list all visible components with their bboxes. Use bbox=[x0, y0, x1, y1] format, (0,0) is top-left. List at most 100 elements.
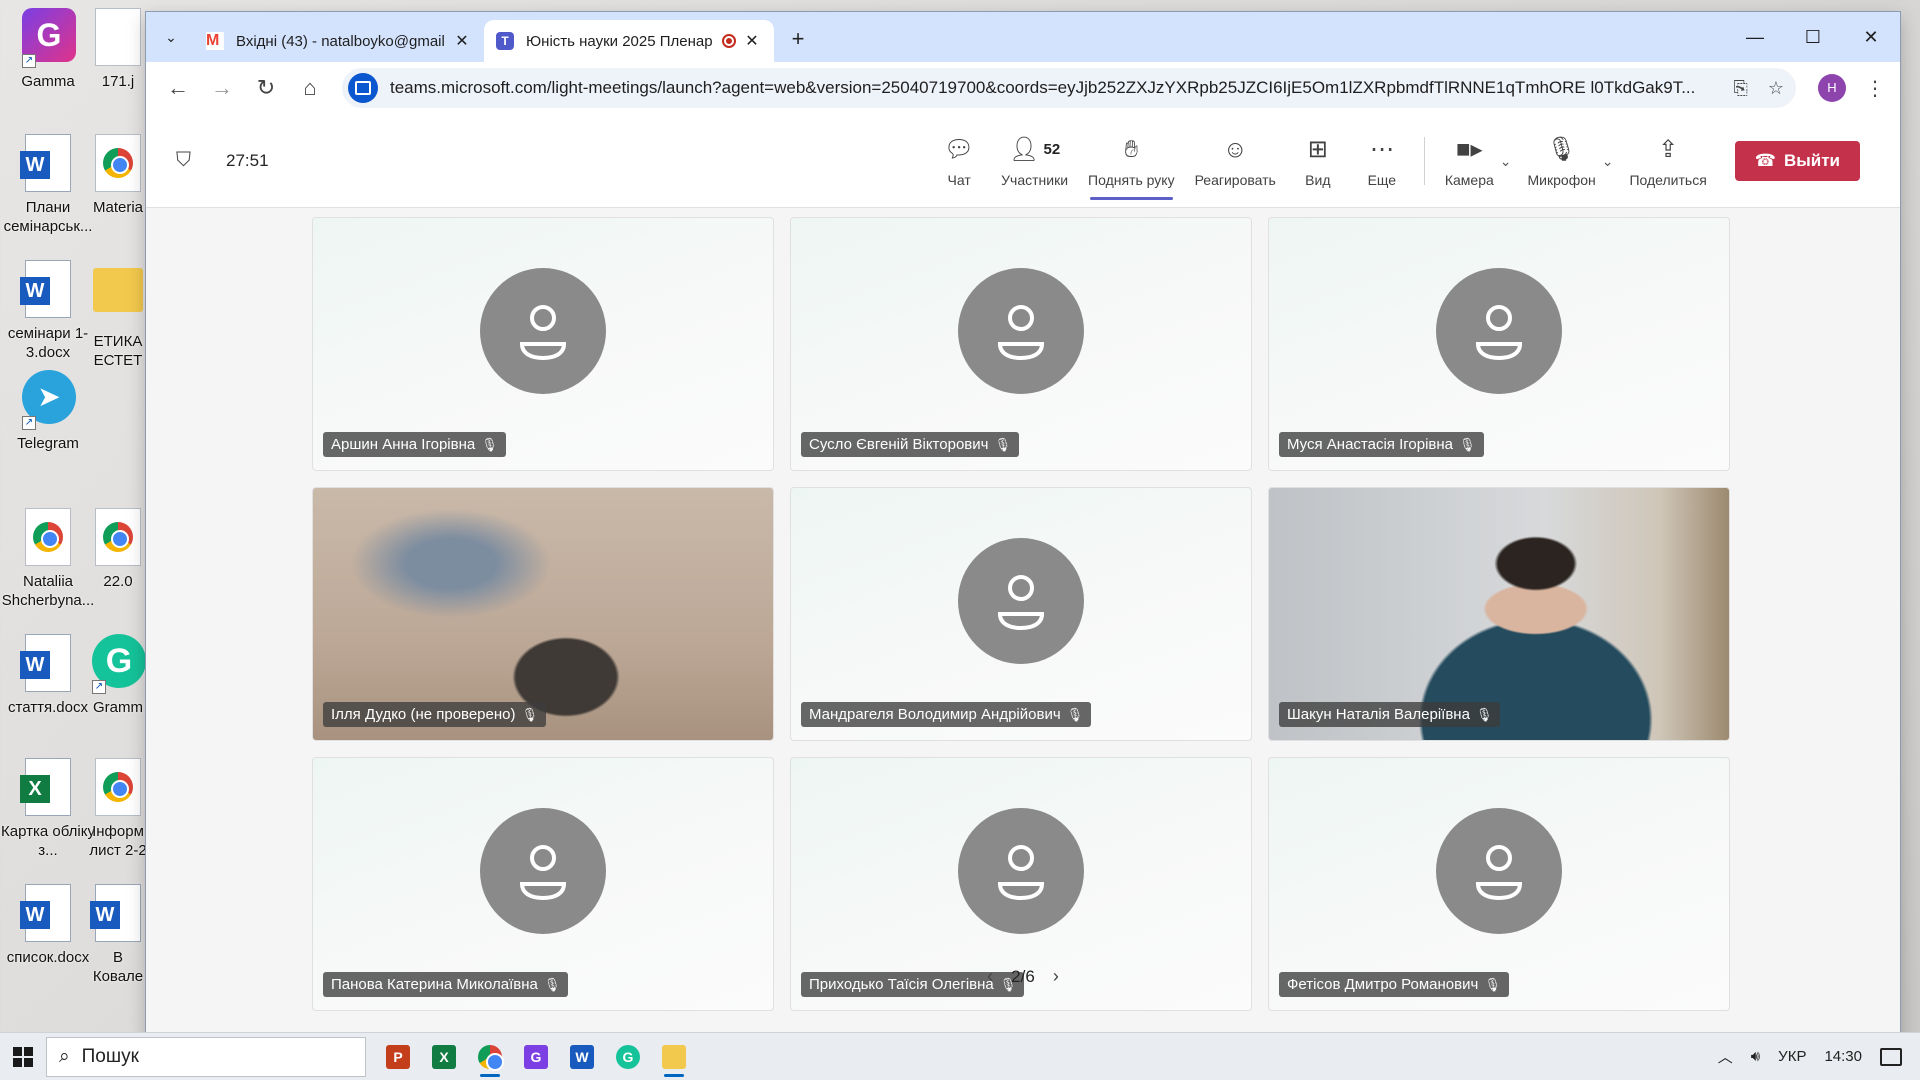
language-indicator[interactable]: УКР bbox=[1778, 1048, 1806, 1065]
page-navigator: ‹ 2/6 › bbox=[146, 966, 1900, 987]
desktop-icon-label: Плани семінарськ... bbox=[3, 199, 93, 235]
close-window-icon[interactable]: ✕ bbox=[1842, 12, 1900, 62]
raise-hand-button[interactable]: ✋︎ Поднять руку bbox=[1078, 114, 1185, 208]
desktop-icon-telegram[interactable]: ➤ ↗ Telegram bbox=[0, 370, 96, 453]
word-doc-icon bbox=[20, 260, 71, 318]
maximize-icon[interactable]: ☐ bbox=[1784, 12, 1842, 62]
mic-off-icon: 🎙︎ bbox=[1475, 706, 1493, 722]
speaker-icon[interactable]: 🔊︎ bbox=[1751, 1048, 1760, 1065]
desktop-icon-22[interactable]: 22.0 bbox=[88, 508, 148, 591]
leave-button[interactable]: ☎ Выйти bbox=[1734, 141, 1860, 181]
desktop-icon-gamma[interactable]: G ↗ Gamma bbox=[0, 8, 96, 91]
profile-avatar[interactable]: Н bbox=[1818, 74, 1846, 102]
meeting-control-bar: ⛉ 27:51 💬︎ Чат 👤︎ 52 Участники ✋︎ Поднять… bbox=[146, 114, 1900, 208]
chevron-right-icon[interactable]: › bbox=[1053, 966, 1059, 987]
bookmark-star-icon[interactable]: ☆ bbox=[1768, 78, 1784, 99]
avatar-placeholder-icon bbox=[958, 538, 1084, 664]
tab-search-button[interactable]: ⌄ bbox=[154, 20, 188, 54]
avatar-placeholder-icon bbox=[480, 268, 606, 394]
participant-name-tag: Сусло Євгеній Вікторович 🎙︎ bbox=[801, 432, 1019, 457]
chrome-file-icon bbox=[25, 508, 71, 566]
taskbar-search[interactable]: ⌕ Пошук bbox=[46, 1036, 366, 1077]
desktop-icon-materia[interactable]: Materia bbox=[88, 134, 148, 217]
desktop-icon-kovale[interactable]: В Ковале bbox=[88, 884, 148, 986]
desktop-icon-inform[interactable]: Інформ лист 2-2 bbox=[88, 758, 148, 860]
more-label: Еще bbox=[1367, 172, 1397, 188]
camera-label: Камера bbox=[1444, 172, 1494, 188]
participant-tile[interactable]: Сусло Євгеній Вікторович 🎙︎ bbox=[790, 217, 1252, 471]
more-button[interactable]: ⋯ Еще bbox=[1350, 114, 1414, 208]
taskbar-word[interactable]: W bbox=[562, 1035, 602, 1079]
share-button[interactable]: ⇪ Поделиться bbox=[1619, 114, 1716, 208]
forward-icon[interactable]: → bbox=[200, 68, 244, 108]
participant-tile[interactable]: Муся Анастасія Ігорівна 🎙︎ bbox=[1268, 217, 1730, 471]
taskbar-powerpoint[interactable]: P bbox=[378, 1035, 418, 1079]
desktop-icon-grammarly[interactable]: G ↗ Gramm bbox=[88, 634, 148, 717]
taskbar-file-explorer[interactable] bbox=[654, 1035, 694, 1079]
participants-button[interactable]: 👤︎ 52 Участники bbox=[991, 114, 1078, 208]
start-button[interactable] bbox=[0, 1033, 46, 1080]
mic-off-icon: 🎙︎ bbox=[1459, 436, 1476, 452]
browser-menu-icon[interactable]: ⋮ bbox=[1860, 76, 1890, 101]
desktop-icon-stattia[interactable]: стаття.docx bbox=[0, 634, 96, 717]
desktop-icon-label: Інформ лист 2-2 bbox=[89, 823, 147, 859]
chevron-up-icon[interactable]: ︿ bbox=[1718, 1046, 1733, 1067]
back-icon[interactable]: ← bbox=[156, 68, 200, 108]
view-button[interactable]: ⊞ Вид bbox=[1286, 114, 1350, 208]
address-bar[interactable]: teams.microsoft.com/light-meetings/launc… bbox=[342, 68, 1796, 108]
chat-button[interactable]: 💬︎ Чат bbox=[927, 114, 991, 208]
taskbar-chrome[interactable] bbox=[470, 1035, 510, 1079]
translate-icon[interactable]: ⎘ bbox=[1733, 78, 1747, 99]
minimize-icon[interactable]: — bbox=[1726, 12, 1784, 62]
react-button[interactable]: ☺ Реагировать bbox=[1185, 114, 1286, 208]
camera-button[interactable]: ■▸ Камера bbox=[1435, 114, 1504, 208]
home-icon[interactable]: ⌂ bbox=[288, 68, 332, 108]
taskbar-gamma[interactable]: G bbox=[516, 1035, 556, 1079]
share-label: Поделиться bbox=[1629, 172, 1707, 188]
clock[interactable]: 14:30 bbox=[1824, 1048, 1862, 1065]
url-text: teams.microsoft.com/light-meetings/launc… bbox=[390, 78, 1696, 97]
chat-label: Чат bbox=[947, 172, 971, 188]
participant-tile[interactable]: Мандрагеля Володимир Андрійович 🎙︎ bbox=[790, 487, 1252, 741]
participant-name-tag: Шакун Наталія Валеріївна 🎙︎ bbox=[1279, 702, 1501, 727]
tab-gmail[interactable]: Вхідні (43) - natalboyko@gmail ✕ bbox=[194, 20, 484, 62]
reload-icon[interactable]: ↻ bbox=[244, 68, 288, 108]
word-icon: W bbox=[570, 1044, 594, 1069]
avatar-placeholder-icon bbox=[958, 808, 1084, 934]
desktop-icon-seminary[interactable]: семінари 1-3.docx bbox=[0, 260, 96, 362]
participant-tile[interactable]: Аршин Анна Ігорівна 🎙︎ bbox=[312, 217, 774, 471]
taskbar-excel[interactable]: X bbox=[424, 1035, 464, 1079]
desktop-icon-spysok[interactable]: список.docx bbox=[0, 884, 96, 967]
avatar-placeholder-icon bbox=[1436, 808, 1562, 934]
participant-video-tile[interactable]: Ілля Дудко (не проверено) 🎙︎ bbox=[312, 487, 774, 741]
desktop-icon-label: Materia bbox=[92, 199, 144, 216]
word-doc-icon bbox=[20, 884, 71, 942]
taskbar-apps: P X G W G bbox=[378, 1035, 694, 1079]
search-placeholder: Пошук bbox=[81, 1045, 139, 1067]
participants-count: 52 bbox=[1043, 141, 1061, 158]
participant-name: Аршин Анна Ігорівна bbox=[331, 436, 476, 453]
chevron-left-icon[interactable]: ‹ bbox=[987, 966, 993, 987]
site-info-icon[interactable] bbox=[348, 73, 378, 103]
page-indicator: 2/6 bbox=[1011, 966, 1035, 986]
desktop-icon-kartka[interactable]: Картка обліку з... bbox=[0, 758, 96, 860]
shield-icon[interactable]: ⛉ bbox=[176, 149, 206, 172]
word-doc-icon bbox=[90, 884, 141, 942]
desktop-icon-nataliia[interactable]: Nataliia Shcherbyna... bbox=[0, 508, 96, 610]
desktop-icon-label: Картка обліку з... bbox=[1, 823, 95, 859]
close-icon[interactable]: ✕ bbox=[452, 31, 472, 51]
microphone-button[interactable]: 🎙︎ Микрофон bbox=[1518, 114, 1606, 208]
close-icon[interactable]: ✕ bbox=[742, 31, 762, 51]
powerpoint-icon: P bbox=[386, 1044, 410, 1069]
desktop-icon-etyka[interactable]: ЕТИКА ЕСТЕТ bbox=[88, 260, 148, 370]
desktop-icon-label: семінари 1-3.docx bbox=[7, 325, 89, 361]
tab-teams-meeting[interactable]: T Юність науки 2025 Пленар ✕ bbox=[484, 20, 774, 62]
notification-icon[interactable] bbox=[1880, 1047, 1902, 1066]
taskbar-grammarly[interactable]: G bbox=[608, 1035, 648, 1079]
grid-view-icon: ⊞ bbox=[1307, 136, 1328, 163]
new-tab-button[interactable]: + bbox=[780, 22, 816, 58]
participant-video-tile[interactable]: Шакун Наталія Валеріївна 🎙︎ bbox=[1268, 487, 1730, 741]
desktop-icon-171[interactable]: 171.j bbox=[88, 8, 148, 91]
desktop-icon-plany[interactable]: Плани семінарськ... bbox=[0, 134, 96, 236]
system-tray: ︿ 🔊︎ УКР 14:30 bbox=[1718, 1046, 1920, 1067]
